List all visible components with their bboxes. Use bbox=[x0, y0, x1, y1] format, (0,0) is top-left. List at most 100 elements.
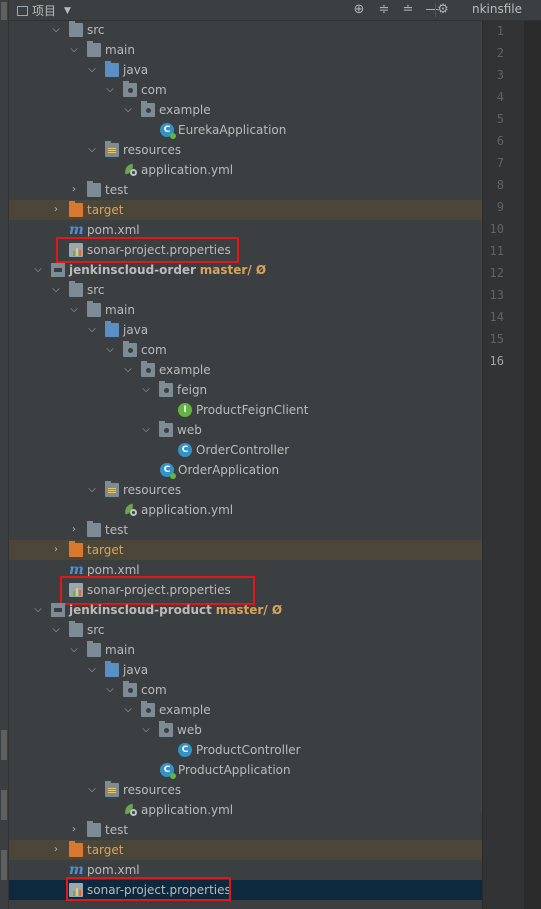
chevron-down-icon[interactable]: ⌵ bbox=[140, 720, 152, 740]
tree-item-resources[interactable]: ⌵ resources bbox=[9, 780, 482, 800]
chevron-down-icon[interactable]: ⌵ bbox=[122, 100, 134, 120]
tree-item-main[interactable]: ⌵ main bbox=[9, 40, 482, 60]
tree-item-target[interactable]: › target bbox=[9, 200, 482, 220]
chevron-down-icon[interactable]: ⌵ bbox=[86, 780, 98, 800]
tree-item-resources[interactable]: ⌵ resources bbox=[9, 480, 482, 500]
chevron-down-icon[interactable]: ⌵ bbox=[50, 280, 62, 300]
gear-icon[interactable]: ⚙ bbox=[435, 0, 451, 20]
tree-item-src[interactable]: ⌵ src bbox=[9, 20, 482, 40]
spring-class-icon: C bbox=[160, 463, 176, 479]
chevron-down-icon[interactable]: ⌵ bbox=[50, 20, 62, 40]
chevron-down-icon[interactable]: ⌵ bbox=[104, 680, 116, 700]
tree-item-application-yml[interactable]: application.yml bbox=[9, 160, 482, 180]
tree-item-main[interactable]: ⌵ main bbox=[9, 640, 482, 660]
chevron-down-icon[interactable]: ⌵ bbox=[50, 620, 62, 640]
chevron-down-icon[interactable]: ⌵ bbox=[122, 360, 134, 380]
project-title: 项目 bbox=[32, 4, 57, 18]
tree-item-resources[interactable]: ⌵ resources bbox=[9, 140, 482, 160]
tree-item-web[interactable]: ⌵ web bbox=[9, 720, 482, 740]
chevron-down-icon[interactable]: ⌵ bbox=[86, 660, 98, 680]
chevron-down-icon[interactable]: ⌵ bbox=[86, 480, 98, 500]
tree-item-test[interactable]: › test bbox=[9, 180, 482, 200]
tree-item-product-application[interactable]: C ProductApplication bbox=[9, 760, 482, 780]
tree-item-label: com bbox=[141, 83, 167, 97]
package-icon bbox=[141, 101, 155, 117]
tree-item-application-yml[interactable]: application.yml bbox=[9, 800, 482, 820]
tree-item-target[interactable]: › target bbox=[9, 840, 482, 860]
package-icon bbox=[123, 681, 137, 697]
tree-item-product-controller[interactable]: C ProductController bbox=[9, 740, 482, 760]
chevron-down-icon[interactable]: ⌵ bbox=[68, 640, 80, 660]
chevron-down-icon[interactable]: ⌵ bbox=[104, 340, 116, 360]
line-number: 4 bbox=[496, 90, 504, 104]
chevron-down-icon[interactable]: ⌵ bbox=[32, 600, 44, 620]
project-view-selector[interactable]: 项目 ▼ bbox=[17, 2, 71, 19]
chevron-down-icon[interactable]: ⌵ bbox=[122, 700, 134, 720]
tree-item-label: test bbox=[105, 823, 129, 837]
line-number: 7 bbox=[496, 156, 504, 170]
tree-item-example[interactable]: ⌵ example bbox=[9, 360, 482, 380]
tree-item-module-order[interactable]: ⌵ jenkinscloud-order master/ Ø bbox=[9, 260, 482, 280]
chevron-down-icon[interactable]: ⌵ bbox=[104, 80, 116, 100]
tree-item-test[interactable]: › test bbox=[9, 520, 482, 540]
expand-all-icon[interactable]: ≑ bbox=[376, 0, 392, 20]
line-number: 6 bbox=[496, 134, 504, 148]
tool-tab[interactable] bbox=[1, 730, 7, 760]
tree-item-main[interactable]: ⌵ main bbox=[9, 300, 482, 320]
tree-item-com[interactable]: ⌵ com bbox=[9, 80, 482, 100]
chevron-down-icon[interactable]: ⌵ bbox=[86, 320, 98, 340]
tree-item-application-yml[interactable]: application.yml bbox=[9, 500, 482, 520]
resources-folder-icon bbox=[105, 781, 119, 797]
locate-icon[interactable]: ⊕ bbox=[351, 0, 367, 20]
tree-item-label: OrderController bbox=[196, 443, 290, 457]
folder-icon bbox=[87, 521, 101, 537]
tree-item-java[interactable]: ⌵ java bbox=[9, 320, 482, 340]
tree-item-feign[interactable]: ⌵ feign bbox=[9, 380, 482, 400]
line-number: 8 bbox=[496, 178, 504, 192]
folder-icon bbox=[69, 281, 83, 297]
chevron-down-icon[interactable]: ⌵ bbox=[86, 140, 98, 160]
tree-item-java[interactable]: ⌵ java bbox=[9, 660, 482, 680]
chevron-down-icon[interactable]: ⌵ bbox=[68, 300, 80, 320]
chevron-down-icon[interactable]: ⌵ bbox=[140, 380, 152, 400]
tree-item-label: java bbox=[123, 323, 149, 337]
git-branch: master/ Ø bbox=[215, 603, 283, 617]
tree-item-order-controller[interactable]: C OrderController bbox=[9, 440, 482, 460]
chevron-right-icon[interactable]: › bbox=[50, 540, 62, 560]
tree-item-label: application.yml bbox=[141, 163, 234, 177]
chevron-down-icon[interactable]: ⌵ bbox=[86, 60, 98, 80]
tree-item-src[interactable]: ⌵ src bbox=[9, 280, 482, 300]
line-number: 10 bbox=[489, 222, 504, 236]
tree-item-label: com bbox=[141, 683, 167, 697]
tree-item-target[interactable]: › target bbox=[9, 540, 482, 560]
tool-tab[interactable] bbox=[1, 850, 7, 880]
chevron-right-icon[interactable]: › bbox=[68, 520, 80, 540]
collapse-all-icon[interactable]: ≐ bbox=[400, 0, 416, 20]
tree-item-test[interactable]: › test bbox=[9, 820, 482, 840]
project-tool-tab[interactable] bbox=[1, 2, 7, 20]
tree-item-label: web bbox=[177, 723, 202, 737]
tree-item-order-application[interactable]: C OrderApplication bbox=[9, 460, 482, 480]
tree-item-example[interactable]: ⌵ example bbox=[9, 100, 482, 120]
tree-item-label: target bbox=[87, 203, 124, 217]
tool-tab[interactable] bbox=[1, 790, 7, 820]
tree-item-eureka-application[interactable]: C EurekaApplication bbox=[9, 120, 482, 140]
tree-item-com[interactable]: ⌵ com bbox=[9, 680, 482, 700]
tree-item-com[interactable]: ⌵ com bbox=[9, 340, 482, 360]
chevron-right-icon[interactable]: › bbox=[50, 200, 62, 220]
tree-item-web[interactable]: ⌵ web bbox=[9, 420, 482, 440]
chevron-right-icon[interactable]: › bbox=[68, 820, 80, 840]
tree-item-product-feign-client[interactable]: I ProductFeignClient bbox=[9, 400, 482, 420]
chevron-right-icon[interactable]: › bbox=[50, 840, 62, 860]
tree-item-java[interactable]: ⌵ java bbox=[9, 60, 482, 80]
tree-item-label: test bbox=[105, 183, 129, 197]
project-panel-header: 项目 ▼ ⊕ ≑ ≐ — ⚙ bbox=[9, 0, 482, 21]
editor-tab-jenkinsfile[interactable]: nkinsfile bbox=[472, 2, 522, 16]
chevron-right-icon[interactable]: › bbox=[68, 180, 80, 200]
tree-item-module-product[interactable]: ⌵ jenkinscloud-product master/ Ø bbox=[9, 600, 482, 620]
chevron-down-icon[interactable]: ⌵ bbox=[140, 420, 152, 440]
chevron-down-icon[interactable]: ⌵ bbox=[32, 260, 44, 280]
tree-item-src[interactable]: ⌵ src bbox=[9, 620, 482, 640]
chevron-down-icon[interactable]: ⌵ bbox=[68, 40, 80, 60]
tree-item-example[interactable]: ⌵ example bbox=[9, 700, 482, 720]
